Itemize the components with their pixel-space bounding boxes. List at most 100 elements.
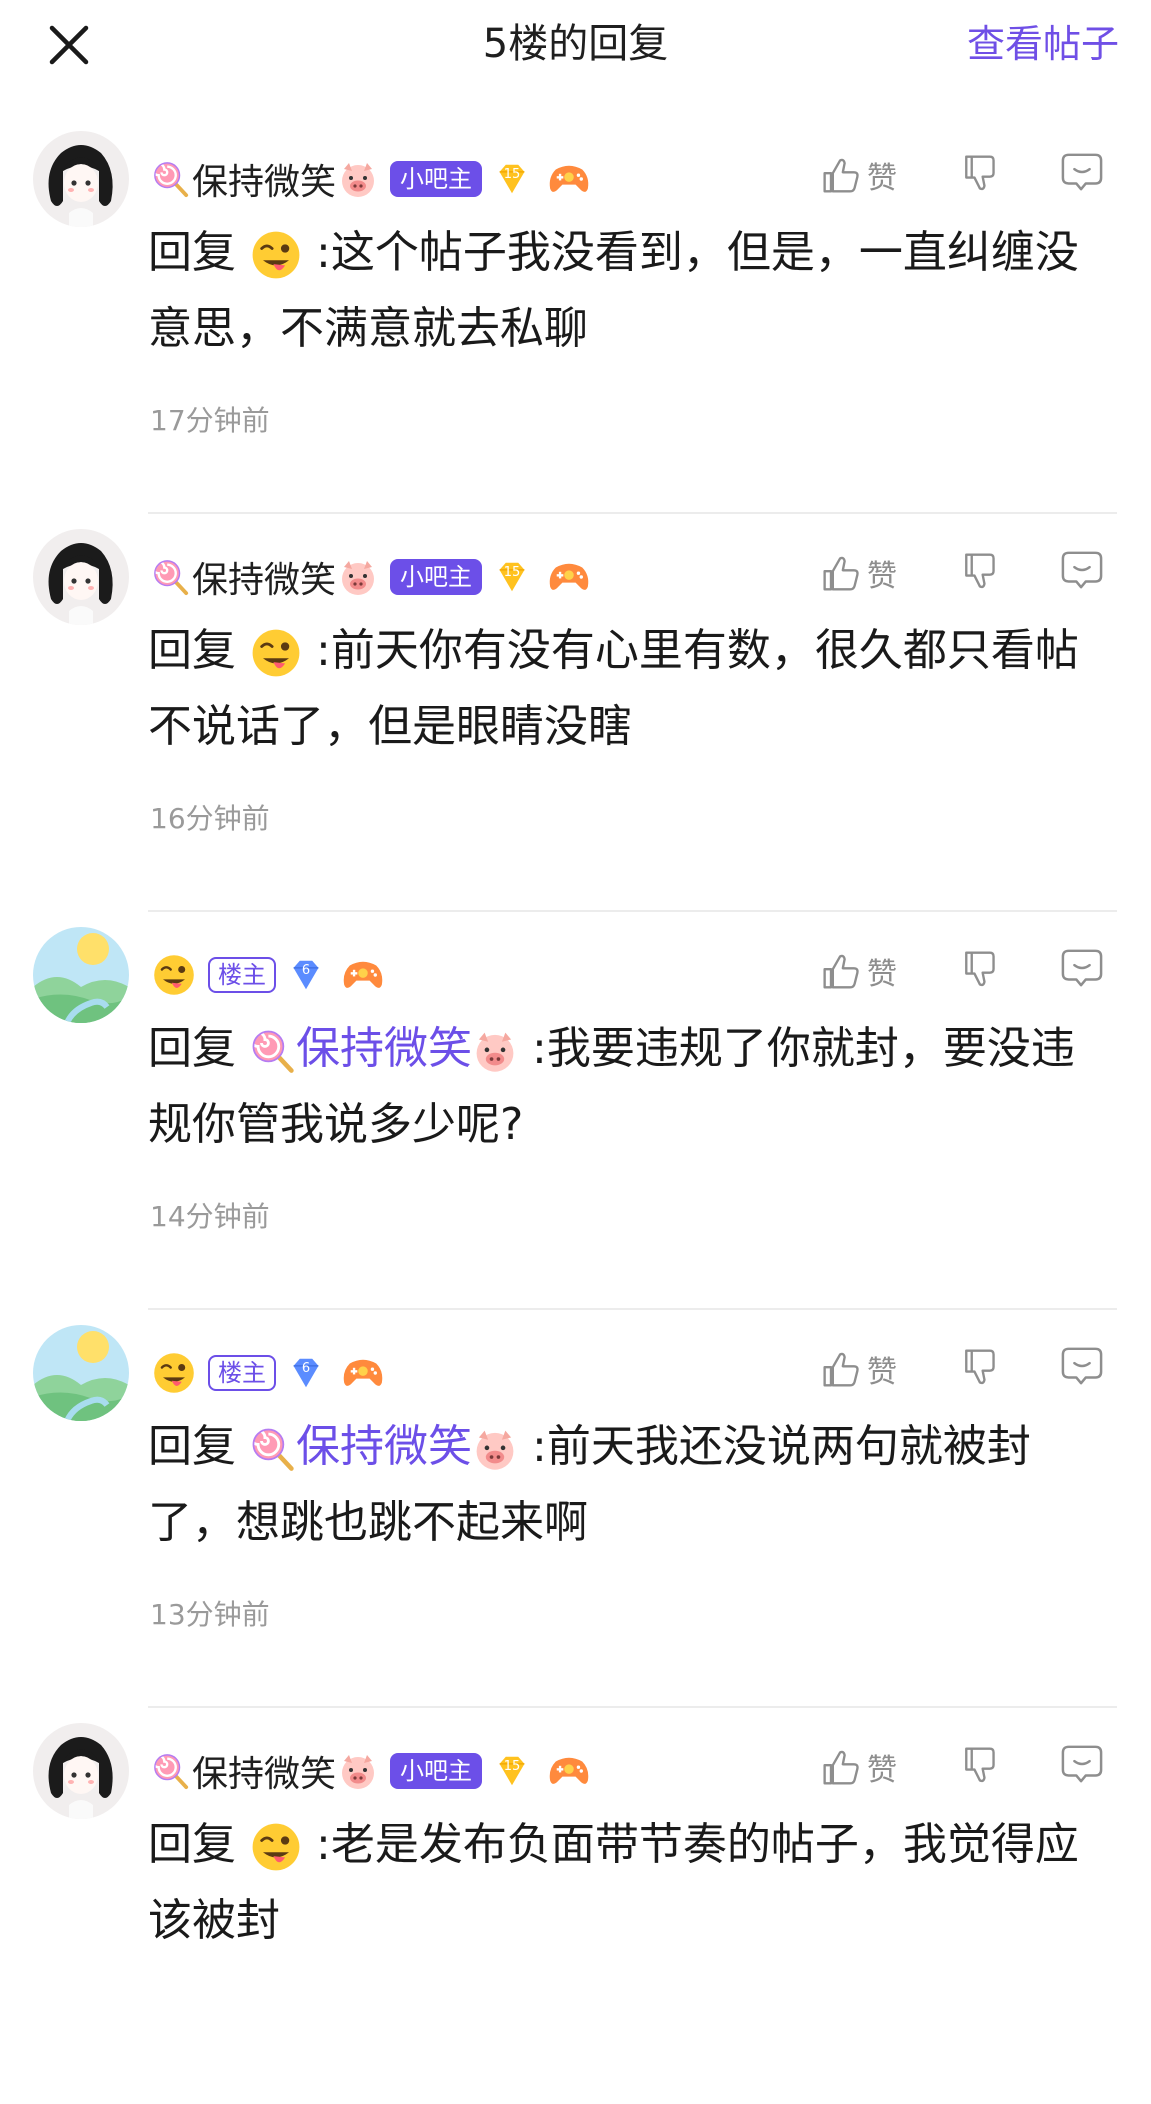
like-label: 赞 <box>867 559 897 594</box>
comment-item: 保持微笑 小吧主 15 赞 回复 :老是发布负面带节奏的帖子，我觉得应该被封 <box>0 1697 1151 2104</box>
comment-item: 楼主 6 赞 回复 保持微笑 :我要违规了你就封，要没违规你管我说多少呢? 14… <box>0 901 1151 1310</box>
reply-icon <box>1061 151 1103 193</box>
wink-emoji-icon <box>250 627 302 679</box>
user-info: 楼主 6 <box>152 1343 384 1403</box>
like-button[interactable]: 赞 <box>821 1347 897 1391</box>
reply-prefix: 回复 <box>148 1023 236 1074</box>
user-info: 保持微笑 小吧主 15 <box>152 149 590 209</box>
dislike-button[interactable] <box>959 1745 999 1789</box>
view-post-link[interactable]: 查看帖子 <box>967 18 1119 70</box>
like-button[interactable]: 赞 <box>821 153 897 197</box>
like-button[interactable]: 赞 <box>821 949 897 993</box>
level-badge: 15 <box>494 163 530 195</box>
mention-link[interactable]: 保持微笑 <box>250 1421 518 1472</box>
dislike-button[interactable] <box>959 1347 999 1391</box>
comment-time: 16分钟前 <box>150 802 270 835</box>
comment-actions: 赞 <box>821 1343 1151 1403</box>
username[interactable]: 保持微笑 <box>152 551 378 603</box>
wink-emoji-icon <box>152 1351 196 1395</box>
reply-button[interactable] <box>1061 1345 1103 1391</box>
comment-item: 保持微笑 小吧主 15 赞 回复 :这个帖子我没看到，但是，一直纠缠没意思，不满… <box>0 105 1151 514</box>
username-text: 保持微笑 <box>192 560 337 601</box>
pig-icon <box>338 1751 378 1791</box>
thumb-up-icon <box>821 1349 861 1389</box>
dislike-button[interactable] <box>959 949 999 993</box>
like-button[interactable]: 赞 <box>821 551 897 595</box>
top-bar: 5楼的回复 查看帖子 <box>0 0 1151 92</box>
wink-emoji-icon <box>250 229 302 281</box>
username[interactable]: 保持微笑 <box>152 153 378 205</box>
level-number: 6 <box>301 963 311 978</box>
level-badge: 15 <box>494 1755 530 1787</box>
like-button[interactable]: 赞 <box>821 1745 897 1789</box>
lollipop-icon <box>250 1028 296 1074</box>
comment-text: 回复 :这个帖子我没看到，但是，一直纠缠没意思，不满意就去私聊 <box>148 215 1114 367</box>
level-badge: 15 <box>494 561 530 593</box>
lollipop-icon <box>152 160 190 198</box>
reply-prefix: 回复 <box>148 1421 236 1472</box>
like-label: 赞 <box>867 161 897 196</box>
user-info: 楼主 6 <box>152 945 384 1005</box>
comment-item: 保持微笑 小吧主 15 赞 回复 :前天你有没有心里有数，很久都只看帖不说话了，… <box>0 503 1151 912</box>
reply-icon <box>1061 947 1103 989</box>
level-number: 15 <box>503 565 521 580</box>
comment-item: 楼主 6 赞 回复 保持微笑 :前天我还没说两句就被封了，想跳也跳不起来啊 13… <box>0 1299 1151 1708</box>
reply-prefix: 回复 <box>148 625 236 676</box>
level-badge: 6 <box>288 1357 324 1389</box>
thumb-up-icon <box>821 553 861 593</box>
gamepad-icon <box>548 560 590 594</box>
gamepad-icon <box>548 162 590 196</box>
username-text: 保持微笑 <box>192 1754 337 1795</box>
pig-icon <box>338 557 378 597</box>
like-label: 赞 <box>867 1753 897 1788</box>
comment-actions: 赞 <box>821 149 1151 209</box>
avatar[interactable] <box>33 529 129 625</box>
reply-icon <box>1061 1345 1103 1387</box>
thumb-up-icon <box>821 1747 861 1787</box>
gamepad-icon <box>342 1356 384 1390</box>
like-label: 赞 <box>867 957 897 992</box>
comment-text: 回复 :老是发布负面带节奏的帖子，我觉得应该被封 <box>148 1807 1114 1959</box>
thumb-up-icon <box>821 155 861 195</box>
avatar[interactable] <box>33 1723 129 1819</box>
reply-button[interactable] <box>1061 1743 1103 1789</box>
reply-button[interactable] <box>1061 947 1103 993</box>
user-info: 保持微笑 小吧主 15 <box>152 1741 590 1801</box>
level-number: 6 <box>301 1361 311 1376</box>
reply-button[interactable] <box>1061 151 1103 197</box>
comment-text: 回复 保持微笑 :我要违规了你就封，要没违规你管我说多少呢? <box>148 1011 1114 1163</box>
op-badge: 楼主 <box>208 1355 276 1391</box>
avatar[interactable] <box>33 1325 129 1421</box>
comment-actions: 赞 <box>821 945 1151 1005</box>
dislike-button[interactable] <box>959 551 999 595</box>
op-badge: 楼主 <box>208 957 276 993</box>
reply-button[interactable] <box>1061 549 1103 595</box>
thumb-down-icon <box>959 153 999 193</box>
like-label: 赞 <box>867 1355 897 1390</box>
wink-emoji-icon <box>250 1821 302 1873</box>
avatar[interactable] <box>33 927 129 1023</box>
pig-icon <box>472 1426 518 1472</box>
comment-time: 14分钟前 <box>150 1200 270 1233</box>
lollipop-icon <box>152 1752 190 1790</box>
thumb-down-icon <box>959 551 999 591</box>
pig-icon <box>338 159 378 199</box>
mention-name: 保持微笑 <box>296 1421 472 1472</box>
comment-text: 回复 :前天你有没有心里有数，很久都只看帖不说话了，但是眼睛没瞎 <box>148 613 1114 765</box>
reply-prefix: 回复 <box>148 1819 236 1870</box>
close-icon[interactable] <box>44 20 94 70</box>
comment-time: 17分钟前 <box>150 404 270 437</box>
moderator-badge: 小吧主 <box>390 559 483 595</box>
wink-emoji-icon <box>152 953 196 997</box>
avatar[interactable] <box>33 131 129 227</box>
comment-actions: 赞 <box>821 547 1151 607</box>
reply-icon <box>1061 1743 1103 1785</box>
lollipop-icon <box>250 1426 296 1472</box>
reply-prefix: 回复 <box>148 227 236 278</box>
mention-link[interactable]: 保持微笑 <box>250 1023 518 1074</box>
moderator-badge: 小吧主 <box>390 161 483 197</box>
username[interactable]: 保持微笑 <box>152 1745 378 1797</box>
gamepad-icon <box>548 1754 590 1788</box>
dislike-button[interactable] <box>959 153 999 197</box>
mention-name: 保持微笑 <box>296 1023 472 1074</box>
